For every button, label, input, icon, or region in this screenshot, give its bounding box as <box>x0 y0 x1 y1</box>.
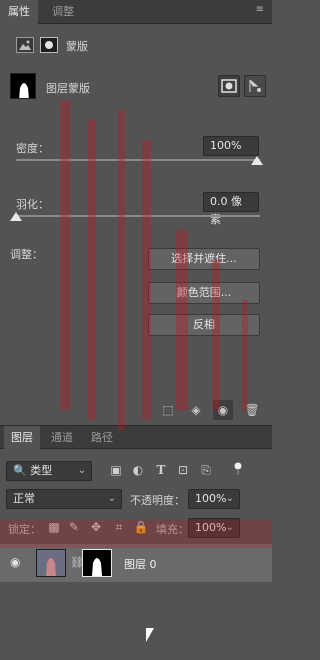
layer-row[interactable]: ◉ ⛓ 图层 0 <box>0 544 272 582</box>
feather-label: 羽化： <box>16 198 49 211</box>
mask-section-header: 蒙版 <box>66 40 88 53</box>
blend-mode-select[interactable]: 正常 ⌄ <box>6 489 122 509</box>
tab-layers[interactable]: 图层 <box>4 426 40 450</box>
search-icon: 🔍 <box>13 464 27 477</box>
blend-mode-value: 正常 <box>13 492 35 505</box>
properties-tab-bar: 属性 调整 ≡ <box>0 0 272 24</box>
density-slider-track[interactable] <box>16 159 260 161</box>
feather-input[interactable]: 0.0 像素 <box>203 192 259 226</box>
apply-mask-icon[interactable]: ◈ <box>186 400 206 420</box>
mask-type-label: 图层蒙版 <box>46 82 90 95</box>
opacity-label: 不透明度： <box>130 494 185 507</box>
chevron-down-icon: ⌄ <box>77 465 86 476</box>
layer-visibility-icon[interactable]: ◉ <box>10 555 20 569</box>
refine-label: 调整： <box>10 248 43 261</box>
chevron-down-icon: ⌄ <box>107 493 116 504</box>
layer-mask-thumbnail[interactable] <box>82 549 112 577</box>
tab-properties[interactable]: 属性 <box>0 0 38 24</box>
toggle-filter-icon[interactable] <box>231 462 245 476</box>
pixel-mask-icon[interactable] <box>16 37 34 53</box>
chevron-down-icon: ⌄ <box>225 493 234 504</box>
image-filter-icon[interactable]: ▣ <box>108 463 124 477</box>
shape-filter-icon[interactable]: ⊡ <box>175 463 191 477</box>
type-filter-icon[interactable]: T <box>153 463 169 477</box>
select-pixel-mask-button[interactable] <box>218 75 240 97</box>
layer-filter-select[interactable]: 🔍 类型 ⌄ <box>6 461 92 481</box>
tab-paths[interactable]: 路径 <box>84 426 120 450</box>
load-selection-icon[interactable]: ⬚ <box>158 400 178 420</box>
adjustment-filter-icon[interactable]: ◐ <box>130 463 146 477</box>
add-vector-mask-button[interactable] <box>244 75 266 97</box>
opacity-input[interactable]: 100% ⌄ <box>188 489 240 509</box>
layers-tab-bar: 图层 通道 路径 <box>0 425 272 450</box>
tab-channels[interactable]: 通道 <box>44 426 80 450</box>
tab-adjustments[interactable]: 调整 <box>44 0 82 24</box>
vector-mask-icon[interactable] <box>40 37 58 53</box>
density-input[interactable]: 100% <box>203 136 259 156</box>
layer-name[interactable]: 图层 0 <box>124 556 157 572</box>
select-and-mask-button[interactable]: 选择并遮住... <box>148 248 260 270</box>
opacity-value: 100% <box>195 492 227 505</box>
density-label: 密度： <box>16 142 49 155</box>
feather-slider-thumb[interactable] <box>10 212 22 221</box>
feather-slider-track[interactable] <box>16 215 260 217</box>
smart-object-filter-icon[interactable]: ⎘ <box>198 463 214 478</box>
panel-menu-icon[interactable]: ≡ <box>256 4 264 15</box>
density-slider-thumb[interactable] <box>251 156 263 165</box>
layer-filter-value: 类型 <box>30 464 53 477</box>
mask-thumbnail[interactable] <box>10 73 36 99</box>
layer-image-thumbnail[interactable] <box>36 549 66 577</box>
mouse-cursor-icon <box>146 628 154 642</box>
